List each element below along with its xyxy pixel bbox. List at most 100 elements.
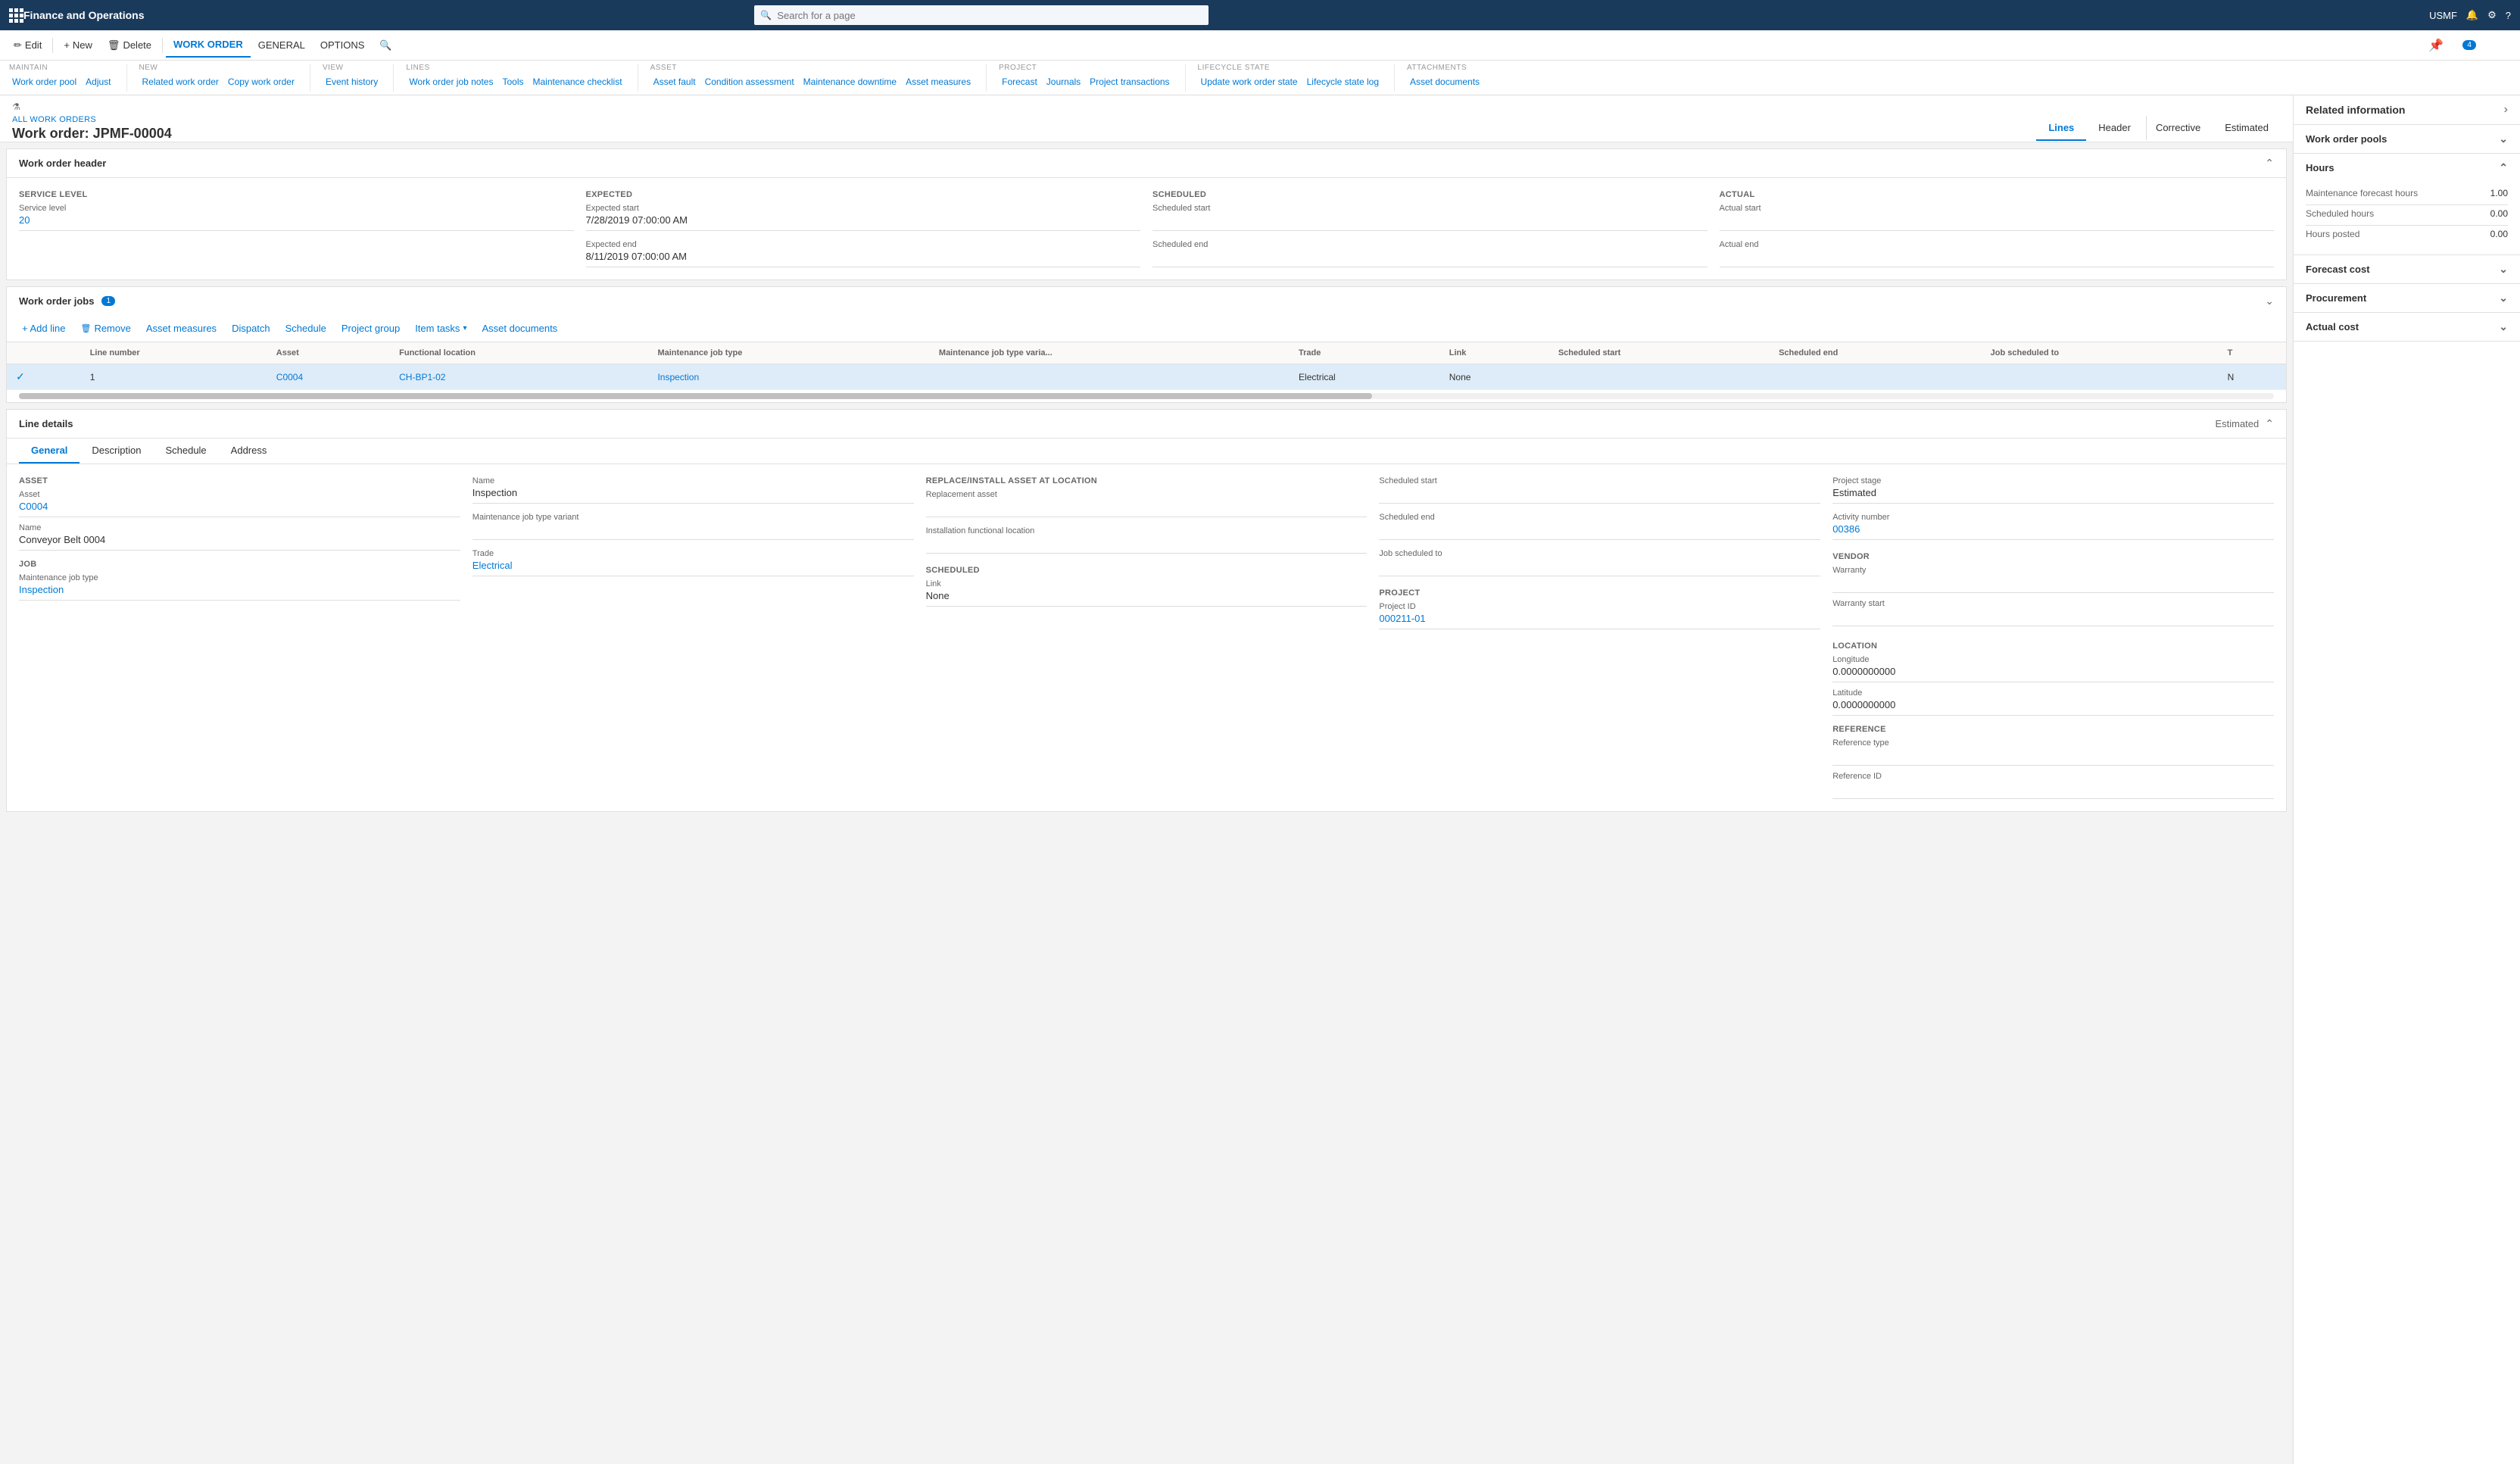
reference-type-value[interactable]	[1832, 749, 2274, 766]
breadcrumb[interactable]: ALL WORK ORDERS	[12, 115, 172, 124]
row-maintenance-job-type[interactable]: Inspection	[648, 364, 929, 390]
panel-procurement-header[interactable]: Procurement	[2294, 284, 2520, 312]
work-order-pools-chevron[interactable]	[2499, 133, 2508, 145]
fullscreen-icon[interactable]: ⛶	[2492, 39, 2500, 52]
reference-id-value[interactable]	[1832, 782, 2274, 799]
expected-start-value[interactable]: 7/28/2019 07:00:00 AM	[586, 214, 1141, 231]
settings-icon[interactable]: ⚙	[2487, 9, 2497, 21]
project-stage-value[interactable]: Estimated	[1832, 487, 2274, 504]
ribbon-work-order-pool[interactable]: Work order pool	[9, 75, 80, 89]
table-row[interactable]: ✓ 1 C0004 CH-BP1-02 Inspection Electrica…	[7, 364, 2286, 390]
ribbon-asset-fault[interactable]: Asset fault	[650, 75, 699, 89]
pin-icon[interactable]: 📌	[2428, 38, 2444, 53]
bell-icon[interactable]: 🔔	[2466, 9, 2478, 21]
delete-button[interactable]: 🗑 Delete	[100, 33, 159, 58]
link-value[interactable]: None	[926, 590, 1368, 607]
installation-functional-loc-value[interactable]	[926, 537, 1368, 554]
schedule-button[interactable]: Schedule	[282, 321, 329, 336]
maint-job-type-value[interactable]: Inspection	[19, 584, 460, 601]
line-tab-schedule[interactable]: Schedule	[153, 439, 218, 464]
col-t[interactable]: T	[2219, 342, 2286, 364]
asset-documents-button[interactable]: Asset documents	[479, 321, 560, 336]
search-bar[interactable]: 🔍	[754, 5, 1209, 25]
ribbon-maintenance-checklist[interactable]: Maintenance checklist	[530, 75, 625, 89]
scheduled-end-value[interactable]	[1152, 251, 1708, 267]
remove-button[interactable]: 🗑 Remove	[77, 321, 133, 336]
search-input[interactable]	[754, 5, 1209, 25]
office-icon[interactable]: ◼	[2447, 38, 2456, 53]
replacement-asset-value[interactable]	[926, 501, 1368, 517]
new-button[interactable]: + New	[56, 33, 100, 58]
longitude-value[interactable]: 0.0000000000	[1832, 666, 2274, 682]
ribbon-asset-documents[interactable]: Asset documents	[1407, 75, 1483, 89]
service-level-value[interactable]: 20	[19, 214, 574, 231]
row-asset[interactable]: C0004	[267, 364, 390, 390]
work-order-header-section-header[interactable]: Work order header	[7, 149, 2286, 178]
add-line-button[interactable]: + Add line	[19, 321, 68, 336]
sched-start-value[interactable]	[1379, 487, 1820, 504]
actual-end-value[interactable]	[1720, 251, 2275, 267]
jobs-collapse-icon[interactable]	[2265, 295, 2274, 307]
line-details-collapse-icon[interactable]	[2265, 417, 2274, 430]
ribbon-adjust[interactable]: Adjust	[83, 75, 114, 89]
item-tasks-button[interactable]: Item tasks ▾	[412, 321, 469, 336]
forecast-cost-chevron[interactable]	[2499, 263, 2508, 276]
tab-corrective[interactable]: Corrective	[2146, 116, 2213, 141]
filter-icon[interactable]: ⚗	[12, 101, 20, 112]
ribbon-copy-work-order[interactable]: Copy work order	[225, 75, 298, 89]
warranty-start-value[interactable]	[1832, 610, 2274, 626]
ribbon-update-work-order-state[interactable]: Update work order state	[1198, 75, 1301, 89]
search-ribbon-button[interactable]: 🔍	[372, 33, 399, 58]
line-details-header[interactable]: Line details Estimated	[7, 410, 2286, 439]
col-maintenance-job-type-variant[interactable]: Maintenance job type varia...	[930, 342, 1290, 364]
work-order-header-collapse-icon[interactable]	[2265, 157, 2274, 170]
close-icon[interactable]: ✕	[2504, 38, 2514, 53]
procurement-chevron[interactable]	[2499, 292, 2508, 304]
tab-estimated[interactable]: Estimated	[2213, 116, 2281, 141]
ribbon-event-history[interactable]: Event history	[323, 75, 381, 89]
panel-work-order-pools-header[interactable]: Work order pools	[2294, 125, 2520, 153]
ribbon-journals[interactable]: Journals	[1043, 75, 1084, 89]
tab-lines[interactable]: Lines	[2036, 116, 2086, 141]
ribbon-project-transactions[interactable]: Project transactions	[1087, 75, 1172, 89]
line-tab-general[interactable]: General	[19, 439, 80, 464]
table-scrollbar-thumb[interactable]	[19, 393, 1372, 399]
latitude-value[interactable]: 0.0000000000	[1832, 699, 2274, 716]
asset-measures-button[interactable]: Asset measures	[143, 321, 220, 336]
edit-button[interactable]: ✏ Edit	[6, 33, 49, 58]
dispatch-button[interactable]: Dispatch	[229, 321, 273, 336]
col-link[interactable]: Link	[1440, 342, 1549, 364]
help-icon[interactable]: ?	[2506, 10, 2511, 21]
ribbon-related-work-order[interactable]: Related work order	[139, 75, 222, 89]
table-scrollbar[interactable]	[19, 393, 2274, 399]
notification-count[interactable]: 4	[2462, 40, 2476, 50]
actual-start-value[interactable]	[1720, 214, 2275, 231]
trade-value[interactable]: Electrical	[472, 560, 914, 576]
sched-end-value[interactable]	[1379, 523, 1820, 540]
work-order-tab[interactable]: WORK ORDER	[166, 33, 251, 58]
general-tab[interactable]: GENERAL	[251, 33, 313, 58]
col-job-scheduled-to[interactable]: Job scheduled to	[1982, 342, 2219, 364]
panel-forecast-cost-header[interactable]: Forecast cost	[2294, 255, 2520, 283]
col-scheduled-start[interactable]: Scheduled start	[1549, 342, 1770, 364]
scheduled-start-value[interactable]	[1152, 214, 1708, 231]
col-functional-location[interactable]: Functional location	[390, 342, 648, 364]
line-tab-description[interactable]: Description	[80, 439, 153, 464]
col-scheduled-end[interactable]: Scheduled end	[1770, 342, 1982, 364]
col-maintenance-job-type[interactable]: Maintenance job type	[648, 342, 929, 364]
ribbon-condition-assessment[interactable]: Condition assessment	[702, 75, 797, 89]
refresh-icon[interactable]: ↻	[2479, 38, 2489, 53]
job-scheduled-to-value[interactable]	[1379, 560, 1820, 576]
name-value[interactable]: Inspection	[472, 487, 914, 504]
panel-actual-cost-header[interactable]: Actual cost	[2294, 313, 2520, 341]
warranty-value[interactable]	[1832, 576, 2274, 593]
expected-end-value[interactable]: 8/11/2019 07:00:00 AM	[586, 251, 1141, 267]
ribbon-forecast[interactable]: Forecast	[999, 75, 1040, 89]
line-tab-address[interactable]: Address	[219, 439, 279, 464]
row-functional-location[interactable]: CH-BP1-02	[390, 364, 648, 390]
col-line-number[interactable]: Line number	[81, 342, 267, 364]
maint-variant-value[interactable]	[472, 523, 914, 540]
col-asset[interactable]: Asset	[267, 342, 390, 364]
asset-value[interactable]: C0004	[19, 501, 460, 517]
project-group-button[interactable]: Project group	[338, 321, 403, 336]
